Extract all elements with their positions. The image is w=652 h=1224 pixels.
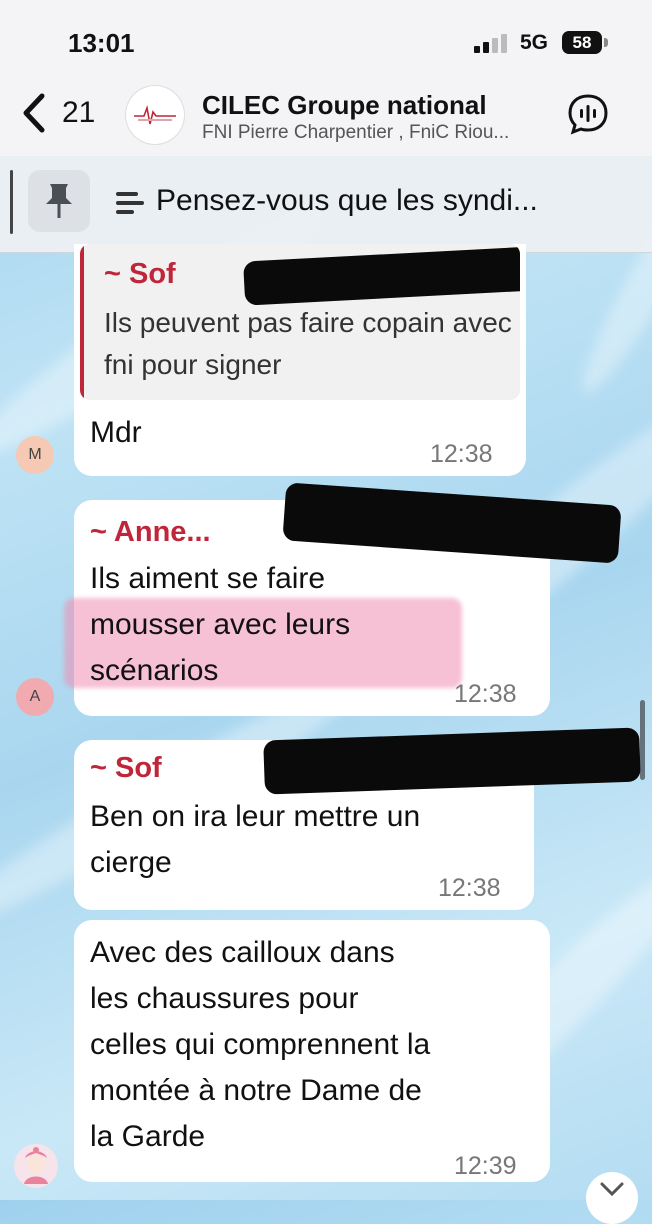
message-text: celles qui comprennent la [90,1028,431,1061]
status-time: 13:01 [68,28,135,58]
battery-tip [604,38,608,47]
message-text: Mdr [90,416,142,449]
message-text: Avec des cailloux dans [90,936,395,969]
battery-icon: 58 [562,31,602,54]
pinned-message-bar[interactable]: Pensez-vous que les syndi... [0,156,652,253]
quoted-sender: ~ Sof [104,258,176,290]
text-lines-icon [116,190,144,216]
message-text: les chaussures pour [90,982,359,1015]
voice-chat-icon[interactable] [566,92,610,136]
message-time: 12:38 [430,440,493,468]
pin-button[interactable] [28,170,90,232]
message-text: montée à notre Dame de [90,1074,422,1107]
chevron-left-icon[interactable] [14,88,54,138]
quote-bar [80,244,84,400]
signal-icon [474,33,510,53]
chat-header: 21 CILEC Groupe national FNI Pierre Char… [0,86,652,156]
message-text: scénarios [90,654,219,687]
chevron-down-icon [600,1182,624,1197]
message-bubble[interactable]: ~ Sof Ben on ira leur mettre un cierge 1… [74,727,641,910]
redacted-phone [243,246,520,306]
pin-icon [46,184,72,218]
chat-title[interactable]: CILEC Groupe national [202,90,487,121]
quoted-text: Ils peuvent pas faire copain avec fni po… [104,307,512,380]
status-bar: 13:01 5G 58 [0,0,652,86]
message-time: 12:38 [454,680,517,708]
avatar[interactable]: A [16,678,54,716]
sender-name: ~ Sof [90,752,162,784]
sender-name: ~ Anne... [90,516,211,548]
pinned-message-text[interactable]: Pensez-vous que les syndi... [156,184,538,218]
scroll-down-button[interactable] [586,1172,638,1224]
network-label: 5G [520,31,549,54]
quoted-message[interactable]: ~ Sof Ils peuvent pas faire copain avec … [80,244,520,400]
message-text: Ils aiment se faire [90,562,326,595]
unread-count[interactable]: 21 [62,96,95,130]
message-bubble[interactable]: Avec des cailloux dans les chaussures po… [74,920,550,1182]
message-text: la Garde [90,1120,206,1153]
chat-members[interactable]: FNI Pierre Charpentier , FniC Riou... [202,122,509,144]
message-text: Ben on ira leur mettre un [90,800,421,833]
message-time: 12:38 [438,874,501,902]
message-text: mousser avec leurs [90,608,351,641]
message-bubble[interactable]: ~ Anne... Ils aiment se faire mousser av… [64,482,622,716]
pinned-indicator [10,170,13,234]
message-text: cierge [90,846,172,879]
scrollbar[interactable] [640,700,645,780]
avatar[interactable]: M [16,436,54,474]
message-time: 12:39 [454,1152,517,1180]
message-bubble[interactable]: ~ Sof Ils peuvent pas faire copain avec … [74,244,526,476]
avatar[interactable] [14,1144,58,1188]
group-avatar[interactable] [126,86,184,144]
